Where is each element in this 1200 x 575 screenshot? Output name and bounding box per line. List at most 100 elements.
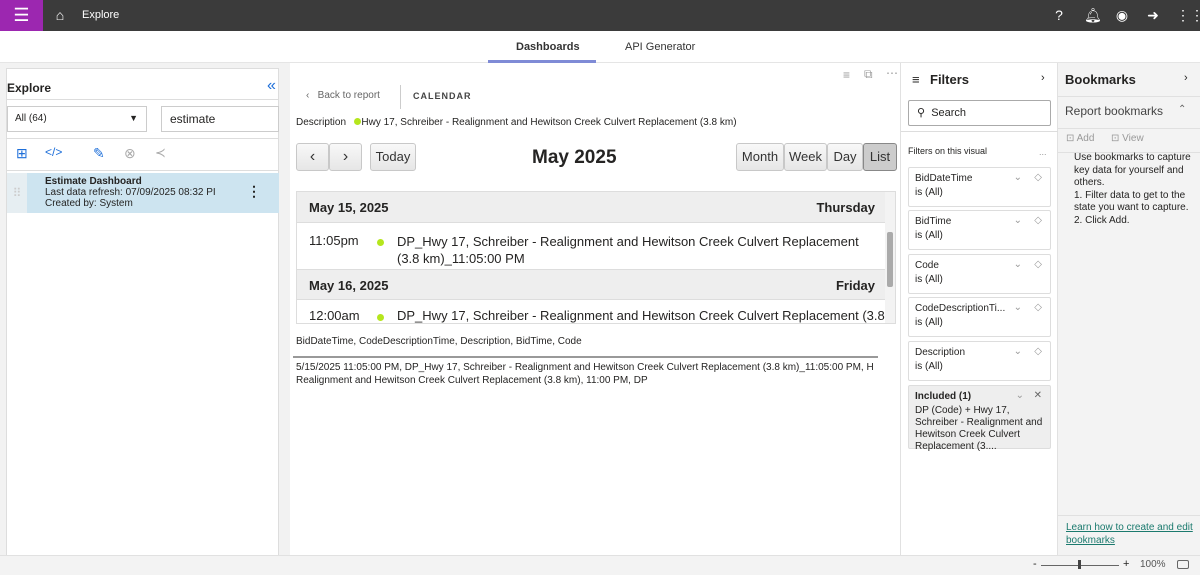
app-title: Explore: [82, 9, 120, 21]
new-folder-icon[interactable]: ⊞: [16, 145, 28, 162]
list-item[interactable]: ⠿ Estimate Dashboard Last data refresh: …: [7, 173, 279, 213]
filter-value: DP (Code) + Hwy 17, Schreiber - Realignm…: [915, 405, 1043, 452]
view-list-button[interactable]: List: [863, 143, 897, 171]
fit-to-page-icon[interactable]: [1177, 560, 1189, 569]
report-bookmarks-header[interactable]: Report bookmarks: [1065, 104, 1163, 118]
event-row[interactable]: 12:00am DP_Hwy 17, Schreiber - Realignmen…: [297, 300, 895, 323]
view-day-button[interactable]: Day: [827, 143, 863, 171]
event-dot: [377, 239, 384, 246]
dashboard-created: Created by: System: [45, 198, 133, 209]
collapse-icon[interactable]: «: [267, 77, 276, 95]
chevron-up-icon[interactable]: ⌃: [1178, 104, 1186, 115]
bookmarks-help-text: Use bookmarks to capture key data for yo…: [1074, 152, 1191, 226]
filter-name: CodeDescriptionTi...: [915, 303, 1006, 314]
learn-bookmarks-link[interactable]: Learn how to create and edit bookmarks: [1066, 521, 1196, 547]
home-icon[interactable]: ⌂: [52, 7, 68, 23]
eraser-icon: ◇: [1034, 302, 1042, 313]
eraser-icon: ◇: [1034, 346, 1042, 357]
tooltip-line: Realignment and Hewitson Creek Culvert R…: [296, 375, 648, 386]
collapse-bookmarks-icon[interactable]: ›: [1184, 72, 1188, 84]
help-icon[interactable]: ?: [1051, 7, 1067, 23]
chevron-down-icon: ⌄: [1015, 390, 1024, 401]
filter-name: BidTime: [915, 216, 952, 227]
legend: Description Hwy 17, Schreiber - Realignm…: [296, 117, 737, 128]
filter-card[interactable]: BidTime is (All) ⌄ ◇: [908, 210, 1051, 250]
status-bar: - + 100%: [0, 555, 1200, 575]
filter-value: is (All): [915, 317, 943, 328]
filter-name: BidDateTime: [915, 173, 973, 184]
event-row[interactable]: 11:05pm DP_Hwy 17, Schreiber - Realignmen…: [297, 223, 895, 268]
back-to-report-button[interactable]: ‹ Back to report: [306, 90, 380, 101]
filter-card[interactable]: Code is (All) ⌄ ◇: [908, 254, 1051, 294]
search-placeholder: Search: [931, 107, 967, 119]
dashboard-refresh: Last data refresh: 07/09/2025 08:32 PI: [45, 187, 216, 198]
filter-card[interactable]: BidDateTime is (All) ⌄ ◇: [908, 167, 1051, 207]
more-icon[interactable]: ⋯: [886, 66, 898, 80]
tab-api-generator[interactable]: API Generator: [625, 41, 695, 53]
drag-handle-icon[interactable]: ⠿: [7, 173, 27, 213]
user-icon[interactable]: ◉: [1114, 7, 1130, 23]
tooltip-data: 5/15/2025 11:05:00 PM, DP_Hwy 17, Schrei…: [296, 361, 878, 387]
filter-card[interactable]: Description is (All) ⌄ ◇: [908, 341, 1051, 381]
day-weekday: Thursday: [816, 200, 875, 215]
zoom-level: 100%: [1140, 559, 1166, 570]
today-button[interactable]: Today: [370, 143, 416, 171]
event-time: 11:05pm: [309, 233, 359, 248]
edit-icon[interactable]: ✎: [93, 145, 105, 162]
bell-icon[interactable]: 🔔︎: [1084, 7, 1102, 23]
tab-dashboards[interactable]: Dashboards: [516, 41, 580, 53]
filter-icon[interactable]: ≡: [843, 68, 850, 82]
event-title: DP_Hwy 17, Schreiber - Realignment and H…: [397, 234, 859, 266]
prev-button[interactable]: ‹: [296, 143, 329, 171]
event-title: DP_Hwy 17, Schreiber - Realignment and H…: [397, 308, 885, 323]
apps-grid-icon[interactable]: ⋮⋮: [1176, 7, 1200, 23]
category-select-value: All (64): [15, 113, 47, 124]
day-weekday: Friday: [835, 278, 875, 293]
search-icon: ⚲: [917, 107, 926, 119]
chevron-down-icon: ⌄: [1013, 172, 1022, 183]
legend-label: Description: [296, 117, 347, 128]
more-options-icon[interactable]: ⋮: [247, 183, 261, 200]
legend-item[interactable]: Hwy 17, Schreiber - Realignment and Hewi…: [361, 117, 736, 128]
view-bookmark-button[interactable]: ⊡ View: [1111, 133, 1144, 144]
filters-pane: ≡ Filters › ⚲ Search Filters on this vis…: [900, 63, 1058, 555]
focus-mode-icon[interactable]: ⧉: [864, 67, 873, 82]
zoom-slider-thumb[interactable]: [1078, 560, 1081, 569]
view-label: View: [1122, 133, 1144, 144]
filters-title: Filters: [930, 72, 970, 87]
event-time: 12:00am: [309, 308, 360, 323]
next-button[interactable]: ›: [329, 143, 362, 171]
visual-title: CALENDAR: [413, 91, 472, 101]
add-label: Add: [1076, 133, 1095, 144]
zoom-in-button[interactable]: +: [1123, 558, 1129, 570]
share-icon[interactable]: ≺: [155, 145, 166, 161]
chevron-down-icon: ⌄: [1013, 215, 1022, 226]
scrollbar[interactable]: [885, 192, 895, 323]
calendar-list: May 15, 2025 Thursday 11:05pm DP_Hwy 17, S…: [296, 191, 896, 324]
logout-icon[interactable]: ➜: [1145, 7, 1161, 23]
collapse-filters-icon[interactable]: ›: [1041, 72, 1045, 84]
hamburger-menu-icon[interactable]: ☰: [0, 0, 43, 31]
code-icon[interactable]: </>: [45, 145, 62, 159]
included-filter-card[interactable]: Included (1) DP (Code) + Hwy 17, Schreibe…: [908, 385, 1051, 452]
fields-list: BidDateTime, CodeDescriptionTime, Descri…: [296, 336, 582, 347]
category-select[interactable]: All (64) ▼: [7, 106, 147, 132]
search-input[interactable]: estimate: [161, 106, 279, 132]
add-bookmark-button[interactable]: ⊡ Add: [1066, 133, 1094, 144]
filter-search-input[interactable]: ⚲ Search: [908, 100, 1051, 126]
filter-card[interactable]: CodeDescriptionTi... is (All) ⌄ ◇: [908, 297, 1051, 337]
more-icon[interactable]: ...: [1039, 147, 1047, 157]
filters-section-title: Filters on this visual: [908, 146, 988, 156]
zoom-out-button[interactable]: -: [1033, 558, 1037, 570]
top-bar: ☰ ⌂ Explore ? 🔔︎ ◉ ➜ ⋮⋮: [0, 0, 1200, 31]
bookmarks-title: Bookmarks: [1065, 72, 1136, 87]
view-week-button[interactable]: Week: [784, 143, 827, 171]
view-month-button[interactable]: Month: [736, 143, 784, 171]
eraser-icon: ◇: [1034, 215, 1042, 226]
close-icon: ✕: [1033, 390, 1042, 401]
chevron-down-icon: ⌄: [1013, 259, 1022, 270]
delete-icon[interactable]: ⊗: [124, 145, 136, 162]
chevron-down-icon: ⌄: [1013, 346, 1022, 357]
filter-value: is (All): [915, 187, 943, 198]
tooltip-line: 5/15/2025 11:05:00 PM, DP_Hwy 17, Schrei…: [296, 362, 874, 373]
